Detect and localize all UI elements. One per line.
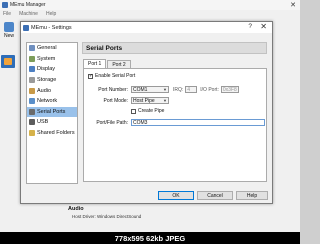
- help-button[interactable]: Help: [236, 191, 268, 200]
- nav-item-label: Serial Ports: [37, 108, 66, 115]
- port-path-input[interactable]: COM3: [131, 119, 265, 126]
- port-mode-label: Port Mode:: [103, 97, 128, 104]
- io-port-label: I/O Port:: [200, 86, 219, 93]
- nav-item-label: Shared Folders: [37, 130, 75, 137]
- nav-item-label: General: [37, 45, 57, 52]
- irq-value: 4: [187, 86, 191, 93]
- settings-dialog: MEmu - Settings ? ✕ General System Displ…: [20, 21, 273, 204]
- port-number-select[interactable]: COM1 ▼: [131, 86, 169, 93]
- dialog-title: MEmu - Settings: [31, 24, 72, 31]
- nav-item-label: Audio: [37, 87, 52, 94]
- chevron-down-icon: ▼: [163, 87, 167, 92]
- manager-toolbar: [0, 18, 20, 233]
- nav-item-audio[interactable]: Audio: [27, 85, 77, 96]
- dialog-close-icon[interactable]: ✕: [260, 22, 267, 31]
- shared-folders-icon: [29, 130, 35, 137]
- dialog-titlebar: MEmu - Settings ? ✕: [21, 22, 272, 33]
- new-vm-icon: [4, 22, 14, 32]
- port-mode-row: Port Mode: Host Pipe ▼: [98, 97, 169, 104]
- image-caption: 778x595 62kb JPEG: [0, 232, 300, 244]
- manager-titlebar: MEmu Manager ✕: [0, 0, 300, 10]
- enable-serial-port-label: Enable Serial Port: [95, 73, 136, 79]
- nav-item-label: Display: [37, 66, 56, 73]
- memu-app-icon: [2, 2, 8, 8]
- create-pipe-label: Create Pipe: [138, 108, 165, 114]
- new-vm-label: New: [3, 33, 14, 39]
- irq-label: IRQ:: [173, 86, 184, 93]
- chevron-down-icon: ▼: [163, 98, 167, 103]
- display-icon: [29, 66, 35, 73]
- new-vm-button[interactable]: New: [2, 22, 16, 39]
- nav-item-system[interactable]: System: [27, 54, 77, 65]
- storage-icon: [29, 77, 35, 84]
- menu-help[interactable]: Help: [46, 11, 56, 17]
- port-1-panel: Enable Serial Port Port Number: COM1 ▼ I…: [83, 68, 267, 182]
- nav-item-network[interactable]: Network: [27, 96, 77, 107]
- io-port-field[interactable]: 0x3F8: [220, 86, 239, 93]
- irq-field[interactable]: 4: [185, 86, 198, 93]
- cancel-button[interactable]: Cancel: [197, 191, 233, 200]
- port-number-label: Port Number:: [98, 86, 128, 93]
- port-path-value: COM3: [133, 119, 148, 126]
- port-number-row: Port Number: COM1 ▼ IRQ: 4 I/O Port: 0x3…: [98, 86, 239, 93]
- enable-serial-port-row: Enable Serial Port: [88, 73, 135, 79]
- nav-item-serial-ports[interactable]: Serial Ports: [27, 106, 77, 118]
- details-audio-heading: Audio: [68, 206, 84, 212]
- port-mode-value: Host Pipe: [133, 97, 155, 104]
- nav-item-display[interactable]: Display: [27, 64, 77, 75]
- settings-nav-list: General System Display Storage Audio Net…: [26, 42, 78, 184]
- manager-title: MEmu Manager: [10, 2, 46, 8]
- nav-item-shared-folders[interactable]: Shared Folders: [27, 128, 77, 139]
- enable-serial-port-checkbox[interactable]: [88, 73, 93, 79]
- network-icon: [29, 98, 35, 105]
- manager-menubar: File Machine Help: [0, 10, 300, 18]
- create-pipe-row: Create Pipe: [131, 108, 164, 114]
- nav-item-label: Storage: [37, 77, 57, 84]
- port-mode-select[interactable]: Host Pipe ▼: [131, 97, 169, 104]
- port-number-value: COM1: [133, 86, 148, 93]
- create-pipe-checkbox[interactable]: [131, 108, 136, 114]
- serial-ports-icon: [29, 108, 35, 115]
- io-port-value: 0x3F8: [222, 86, 237, 93]
- audio-icon: [29, 87, 35, 94]
- dialog-app-icon: [23, 24, 29, 31]
- tab-port-2[interactable]: Port 2: [107, 60, 131, 68]
- vm-thumbnail-icon: [4, 58, 12, 65]
- menu-machine[interactable]: Machine: [19, 11, 38, 17]
- tab-port-1[interactable]: Port 1: [83, 59, 107, 68]
- general-icon: [29, 45, 35, 52]
- nav-item-label: USB: [37, 119, 49, 126]
- ok-button[interactable]: OK: [158, 191, 194, 200]
- nav-item-general[interactable]: General: [27, 43, 77, 54]
- nav-item-label: Network: [37, 98, 58, 105]
- nav-item-label: System: [37, 55, 56, 62]
- nav-item-usb[interactable]: USB: [27, 117, 77, 128]
- nav-item-storage[interactable]: Storage: [27, 75, 77, 86]
- usb-icon: [29, 119, 35, 126]
- system-icon: [29, 55, 35, 62]
- vm-list-item[interactable]: [1, 55, 15, 68]
- dialog-help-icon[interactable]: ?: [248, 23, 252, 30]
- port-tabs: Port 1 Port 2: [83, 59, 132, 68]
- menu-file[interactable]: File: [3, 11, 11, 17]
- section-title: Serial Ports: [82, 42, 267, 54]
- port-path-row: Port/File Path: COM3: [88, 119, 265, 126]
- port-path-label: Port/File Path:: [96, 119, 128, 126]
- manager-close-icon[interactable]: ✕: [290, 1, 296, 9]
- details-audio-host-driver: Host Driver: Windows DirectSound: [72, 214, 142, 219]
